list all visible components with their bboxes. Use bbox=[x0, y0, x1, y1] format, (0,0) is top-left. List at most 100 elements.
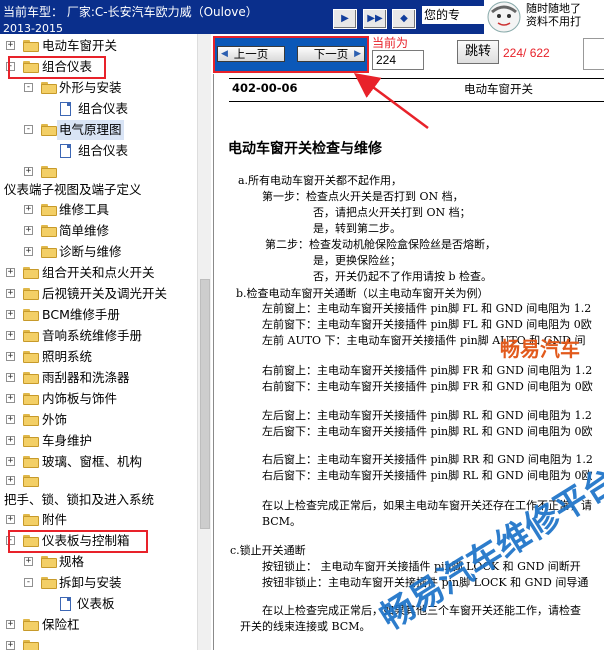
expand-icon[interactable]: + bbox=[24, 247, 33, 256]
doc-line: 是，转到第二步。 bbox=[313, 222, 401, 235]
doc-line: 第二步：检查发动机舱保险盒保险丝是否熔断， bbox=[265, 238, 496, 251]
expand-icon[interactable]: + bbox=[6, 436, 15, 445]
header-rule-bottom bbox=[229, 101, 604, 102]
tree-item-label: 外饰 bbox=[42, 412, 68, 427]
document-viewer[interactable]: 402-00-06 电动车窗开关 电动车窗开关检查与维修 a.所有电动车窗开关都… bbox=[213, 74, 604, 650]
tree-item-label: 后视镜开关及调光开关 bbox=[42, 286, 168, 301]
toolbar-extra-control[interactable] bbox=[583, 38, 604, 70]
current-model-label: 当前车型： 厂家:C-长安汽车欧力威（Oulove） bbox=[3, 5, 258, 19]
jump-button[interactable]: 跳转 bbox=[457, 40, 499, 64]
tree-item-label: 车身维护 bbox=[42, 433, 93, 448]
expand-icon[interactable]: + bbox=[6, 352, 15, 361]
page-count: 224/ 622 bbox=[503, 46, 550, 60]
tree-item-label: 附件 bbox=[42, 512, 68, 527]
doc-line: 第一步：检查点火开关是否打到 ON 档， bbox=[262, 190, 464, 203]
document-icon bbox=[60, 597, 71, 611]
folder-icon bbox=[23, 514, 39, 526]
tree-item-label: 保险杠 bbox=[42, 617, 80, 632]
collapse-icon[interactable]: - bbox=[24, 578, 33, 587]
doc-line: 否，开关仍起不了作用请按 b 检查。 bbox=[313, 270, 493, 283]
expand-icon[interactable]: + bbox=[24, 226, 33, 235]
folder-icon bbox=[41, 166, 57, 178]
folder-icon bbox=[23, 393, 39, 405]
expand-icon[interactable]: + bbox=[6, 268, 15, 277]
folder-open-icon bbox=[41, 124, 57, 136]
tree-scrollbar[interactable] bbox=[197, 34, 211, 650]
expand-icon[interactable]: + bbox=[6, 289, 15, 298]
expand-icon[interactable]: + bbox=[6, 310, 15, 319]
expand-icon[interactable]: + bbox=[6, 394, 15, 403]
marker-button[interactable]: ◆ bbox=[392, 9, 416, 29]
folder-icon bbox=[23, 372, 39, 384]
doc-line: b.检查电动车窗开关通断（以主电动车窗开关为例） bbox=[236, 287, 489, 300]
folder-icon bbox=[23, 414, 39, 426]
doc-line: 左前窗下：主电动车窗开关接插件 pin脚 FL 和 GND 间电阻为 0欧 bbox=[262, 318, 592, 331]
doc-line: 右前窗上：主电动车窗开关接插件 pin脚 FR 和 GND 间电阻为 1.2 bbox=[262, 364, 593, 377]
doc-line: 右前窗下：主电动车窗开关接插件 pin脚 FR 和 GND 间电阻为 0欧 bbox=[262, 380, 593, 393]
doc-line: 右后窗下：主电动车窗开关接插件 pin脚 RL 和 GND 间电阻为 0欧 bbox=[262, 469, 593, 482]
expand-icon[interactable]: + bbox=[6, 641, 15, 650]
doc-line: 左前窗上：主电动车窗开关接插件 pin脚 FL 和 GND 间电阻为 1.2 bbox=[262, 302, 592, 315]
promo-banner[interactable]: 随时随地了 资料不用打 bbox=[484, 0, 604, 34]
folder-icon bbox=[23, 435, 39, 447]
doc-line: 左后窗下：主电动车窗开关接插件 pin脚 RL 和 GND 间电阻为 0欧 bbox=[262, 425, 593, 438]
doc-line: BCM。 bbox=[262, 515, 301, 528]
tree-item-label: BCM维修手册 bbox=[42, 307, 120, 322]
promo-line-2: 资料不用打 bbox=[526, 15, 581, 28]
expand-icon[interactable]: + bbox=[6, 41, 15, 50]
expand-icon[interactable]: + bbox=[24, 205, 33, 214]
catalog-tree[interactable]: + 电动车窗开关 - 组合仪表 - 外形与安装 组合仪表 - 电气原理图 组合仪… bbox=[0, 34, 197, 650]
doc-line: 否，请把点火开关打到 ON 档； bbox=[313, 206, 471, 219]
tree-item-label: 把手、锁、锁扣及进入系统 bbox=[4, 492, 155, 507]
expand-icon[interactable]: + bbox=[6, 331, 15, 340]
tree-item-label: 音响系统维修手册 bbox=[42, 328, 143, 343]
highlight-box-dashboard bbox=[8, 530, 148, 553]
scrollbar-thumb[interactable] bbox=[200, 279, 210, 529]
tree-item-label: 诊断与维修 bbox=[59, 244, 122, 259]
tree-item-label: 仪表端子视图及端子定义 bbox=[4, 182, 142, 197]
tree-item-label: 电气原理图 bbox=[57, 120, 124, 140]
folder-icon bbox=[41, 225, 57, 237]
model-years-label: 2013-2015 bbox=[3, 23, 63, 34]
expand-icon[interactable]: + bbox=[6, 515, 15, 524]
tree-item-label: 玻璃、窗框、机构 bbox=[42, 454, 143, 469]
document-icon bbox=[60, 102, 71, 116]
doc-line: c.锁止开关通断 bbox=[230, 544, 306, 557]
folder-open-icon bbox=[41, 82, 57, 94]
folder-open-icon bbox=[41, 577, 57, 589]
expand-icon[interactable]: + bbox=[6, 373, 15, 382]
expand-icon[interactable]: + bbox=[24, 167, 33, 176]
folder-icon bbox=[23, 288, 39, 300]
doc-line: a.所有电动车窗开关都不起作用， bbox=[238, 174, 403, 187]
folder-icon bbox=[23, 619, 39, 631]
folder-icon bbox=[23, 640, 39, 650]
title-bar: 当前车型： 厂家:C-长安汽车欧力威（Oulove） 2013-2015 ▶ ▶… bbox=[0, 0, 604, 34]
doc-header-code: 402-00-06 bbox=[232, 81, 298, 95]
expand-icon[interactable]: + bbox=[6, 457, 15, 466]
doc-line: 右后窗上：主电动车窗开关接插件 pin脚 RR 和 GND 间电阻为 1.2 bbox=[262, 453, 593, 466]
play-button[interactable]: ▶ bbox=[333, 9, 357, 29]
fast-forward-button[interactable]: ▶▶ bbox=[363, 9, 387, 29]
collapse-icon[interactable]: - bbox=[24, 83, 33, 92]
diamond-icon: ◆ bbox=[400, 13, 408, 24]
expand-icon[interactable]: + bbox=[6, 415, 15, 424]
tree-item-label: 仪表板 bbox=[77, 596, 115, 611]
expand-icon[interactable]: + bbox=[24, 557, 33, 566]
expand-icon[interactable]: + bbox=[6, 476, 15, 485]
document-icon bbox=[60, 144, 71, 158]
play-icon: ▶ bbox=[341, 13, 349, 24]
folder-icon bbox=[23, 267, 39, 279]
tree-item-label: 组合开关和点火开关 bbox=[42, 265, 155, 280]
folder-icon bbox=[23, 456, 39, 468]
doc-section-title: 电动车窗开关检查与维修 bbox=[228, 141, 382, 157]
highlight-box-nav bbox=[213, 36, 369, 73]
tree-item-label: 拆卸与安装 bbox=[59, 575, 122, 590]
current-page-label: 当前为 bbox=[372, 36, 409, 50]
mascot-icon bbox=[487, 1, 521, 33]
expand-icon[interactable]: + bbox=[6, 620, 15, 629]
collapse-icon[interactable]: - bbox=[24, 125, 33, 134]
folder-icon bbox=[23, 330, 39, 342]
page-number-input[interactable]: 224 bbox=[372, 50, 424, 70]
doc-header-title: 电动车窗开关 bbox=[464, 82, 533, 96]
folder-icon bbox=[23, 351, 39, 363]
